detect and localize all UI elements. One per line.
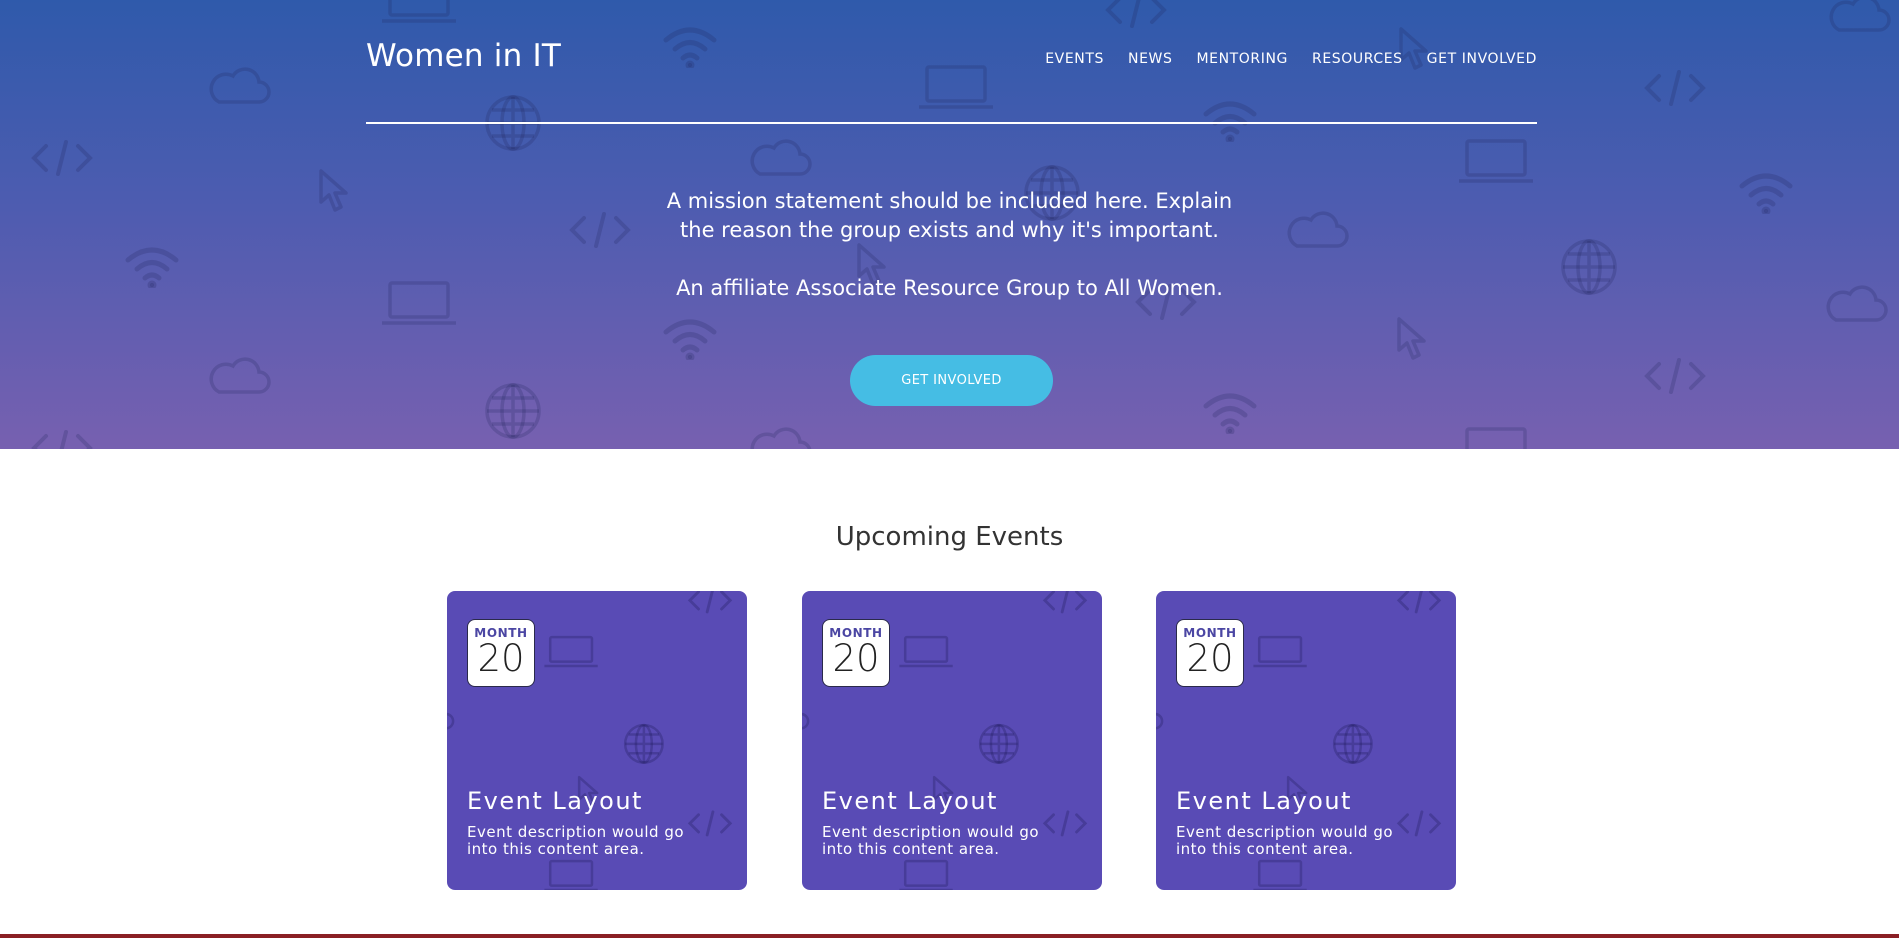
- event-card[interactable]: MONTH 20 Event Layout Event description …: [447, 591, 747, 890]
- laptop-icon: [1252, 859, 1308, 890]
- hero-section: Women in IT EVENTS NEWS MENTORING RESOUR…: [0, 0, 1899, 449]
- laptop-icon: [1457, 138, 1535, 184]
- nav-get-involved[interactable]: GET INVOLVED: [1427, 51, 1537, 67]
- event-description: Event description would go into this con…: [467, 823, 685, 858]
- nav-events[interactable]: EVENTS: [1045, 51, 1104, 67]
- event-date-badge: MONTH 20: [1176, 619, 1244, 687]
- code-icon: [1396, 591, 1442, 615]
- nav-resources[interactable]: RESOURCES: [1312, 51, 1403, 67]
- wifi-icon: [1202, 392, 1258, 434]
- code-icon: [1643, 356, 1707, 396]
- event-title[interactable]: Event Layout: [1176, 787, 1352, 815]
- cloud-icon: [1825, 0, 1893, 34]
- event-date-badge: MONTH 20: [822, 619, 890, 687]
- laptop-icon: [917, 64, 995, 110]
- event-date-badge: MONTH 20: [467, 619, 535, 687]
- cloud-icon: [802, 701, 811, 731]
- globe-icon: [484, 382, 542, 440]
- nav-news[interactable]: NEWS: [1128, 51, 1172, 67]
- main-nav: EVENTS NEWS MENTORING RESOURCES GET INVO…: [1021, 51, 1537, 67]
- nav-mentoring[interactable]: MENTORING: [1196, 51, 1288, 67]
- globe-icon: [623, 723, 665, 765]
- mission-text: A mission statement should be included h…: [666, 189, 1233, 242]
- event-day: 20: [832, 637, 880, 680]
- laptop-icon: [1457, 426, 1535, 449]
- laptop-icon: [898, 859, 954, 890]
- footer-edge: [0, 934, 1899, 938]
- wifi-icon: [662, 318, 718, 360]
- wifi-icon: [1202, 100, 1258, 142]
- event-title[interactable]: Event Layout: [822, 787, 998, 815]
- laptop-icon: [1252, 635, 1308, 668]
- cloud-icon: [205, 64, 273, 106]
- laptop-icon: [380, 0, 458, 24]
- event-description: Event description would go into this con…: [1176, 823, 1394, 858]
- event-day: 20: [1186, 637, 1234, 680]
- get-involved-button[interactable]: GET INVOLVED: [850, 355, 1053, 406]
- code-icon: [30, 138, 94, 178]
- laptop-icon: [543, 859, 599, 890]
- code-icon: [30, 428, 94, 449]
- site-title[interactable]: Women in IT: [366, 38, 561, 74]
- cloud-icon: [746, 136, 814, 178]
- code-icon: [1104, 0, 1168, 30]
- wifi-icon: [662, 26, 718, 68]
- cursor-icon: [1396, 316, 1428, 362]
- event-day: 20: [477, 637, 525, 680]
- upcoming-events-heading: Upcoming Events: [835, 522, 1064, 552]
- globe-icon: [978, 723, 1020, 765]
- event-description: Event description would go into this con…: [822, 823, 1040, 858]
- event-card[interactable]: MONTH 20 Event Layout Event description …: [1156, 591, 1456, 890]
- cloud-icon: [205, 354, 273, 396]
- cloud-icon: [746, 424, 814, 449]
- code-icon: [1643, 68, 1707, 108]
- header-divider: [366, 122, 1537, 124]
- laptop-icon: [898, 635, 954, 668]
- cloud-icon: [1156, 701, 1165, 731]
- globe-icon: [1332, 723, 1374, 765]
- code-icon: [687, 591, 733, 615]
- cloud-icon: [447, 701, 456, 731]
- code-icon: [1042, 591, 1088, 615]
- mission-statement: A mission statement should be included h…: [0, 187, 1899, 245]
- event-title[interactable]: Event Layout: [467, 787, 643, 815]
- laptop-icon: [543, 635, 599, 668]
- event-card[interactable]: MONTH 20 Event Layout Event description …: [802, 591, 1102, 890]
- affiliate-text: An affiliate Associate Resource Group to…: [676, 276, 1223, 300]
